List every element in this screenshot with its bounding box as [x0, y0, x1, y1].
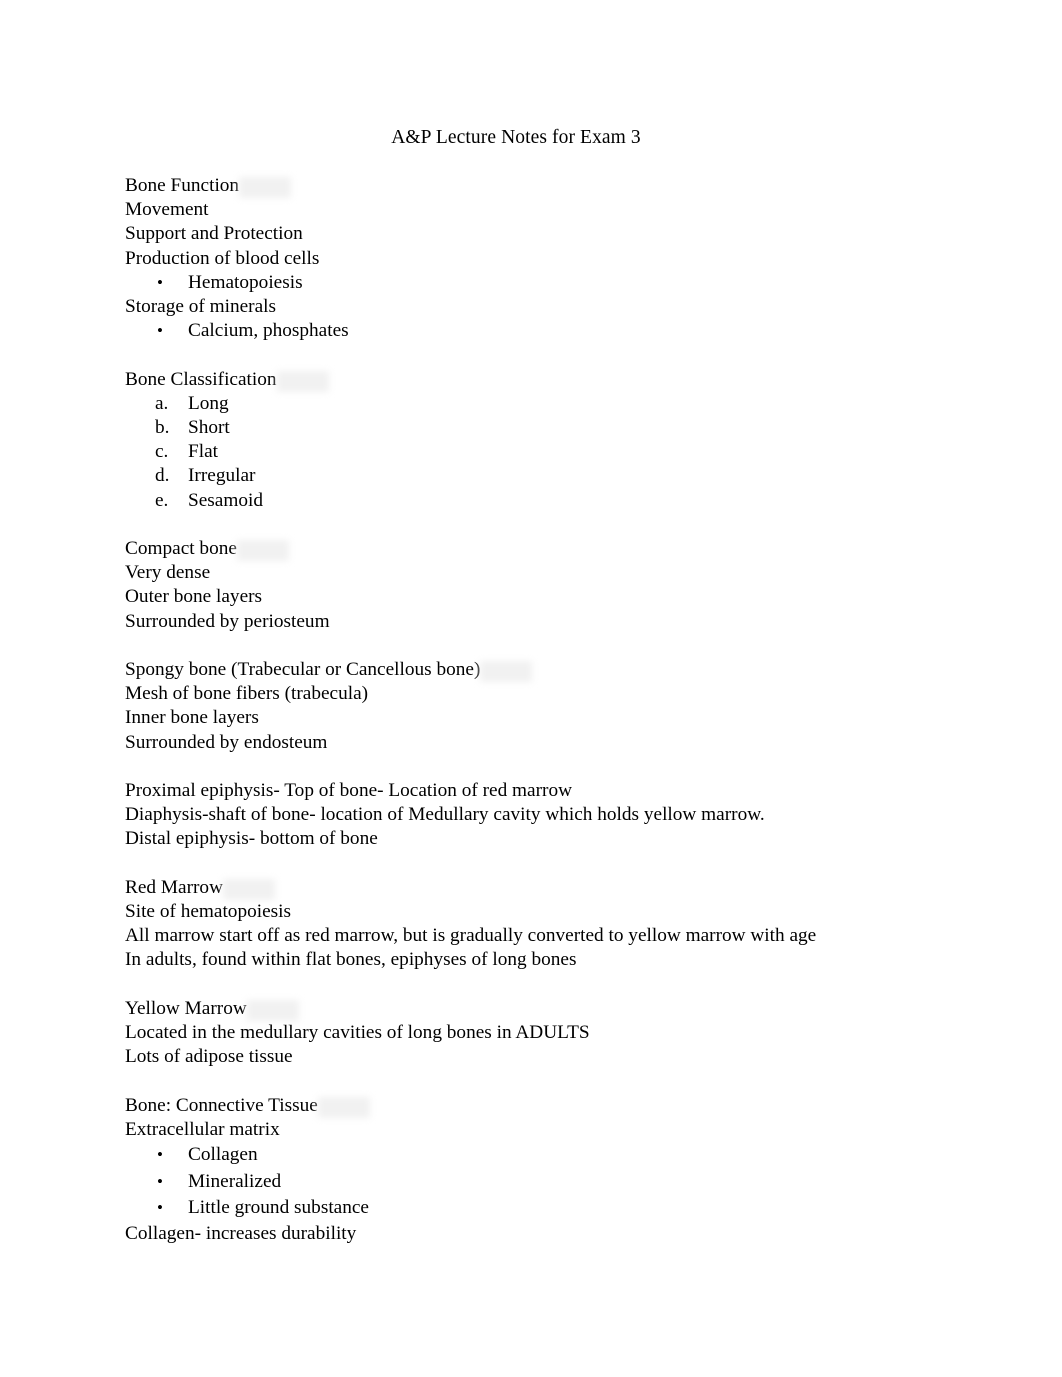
body-line: Production of blood cells: [125, 247, 320, 269]
list-marker: c.: [155, 441, 169, 463]
body-line: Storage of minerals: [125, 296, 276, 318]
list-item-label: Long: [188, 392, 229, 414]
list-item-label: Mineralized: [188, 1170, 282, 1192]
body-line: Support and Protection: [125, 223, 303, 245]
body-line: Located in the medullary cavities of lon…: [125, 1022, 590, 1044]
list-item-label: Sesamoid: [188, 489, 263, 511]
document-page: A&P Lecture Notes for Exam 3 Bone Functi…: [0, 0, 1062, 1377]
list-item: • Hematopoiesis: [125, 271, 955, 295]
list-item: • Mineralized: [125, 1169, 955, 1196]
section-heading-yellow-marrow: Yellow Marrow: [125, 997, 955, 1021]
body-line: Collagen- increases durability: [125, 1222, 357, 1244]
body-line: Site of hematopoiesis: [125, 901, 292, 923]
section-heading-red-marrow: Red Marrow: [125, 876, 955, 900]
list-item-label: Flat: [188, 441, 218, 463]
title-highlight-ghost: [644, 128, 690, 150]
bullet-icon: •: [157, 321, 163, 341]
list-item-label: Short: [188, 417, 230, 439]
body-line: Outer bone layers: [125, 586, 263, 608]
bullet-icon: •: [157, 272, 163, 292]
list-item-label: Irregular: [188, 465, 256, 487]
body-line: Lots of adipose tissue: [125, 1046, 293, 1068]
page-title: A&P Lecture Notes for Exam 3: [0, 126, 1032, 150]
list-item-label: Calcium, phosphates: [188, 320, 349, 342]
section-heading-compact-bone: Compact bone: [125, 537, 955, 561]
body-line: Extracellular matrix: [125, 1118, 280, 1140]
list-item: d. Irregular: [125, 464, 955, 488]
list-item: • Little ground substance: [125, 1195, 955, 1222]
body-line: Mesh of bone fibers (trabecula): [125, 683, 369, 705]
list-item-label: Little ground substance: [188, 1197, 369, 1219]
body-line: Very dense: [125, 562, 211, 584]
section-heading-bone-connective-tissue: Bone: Connective Tissue: [125, 1094, 955, 1118]
list-marker: a.: [155, 392, 169, 414]
body-line: Distal epiphysis- bottom of bone: [125, 828, 378, 850]
list-marker: b.: [155, 417, 170, 439]
list-item: e. Sesamoid: [125, 489, 955, 513]
list-item-label: Collagen: [188, 1144, 258, 1166]
section-heading-spongy-bone: Spongy bone (Trabecular or Cancellous bo…: [125, 658, 955, 682]
body-line: Movement: [125, 199, 209, 221]
section-heading-bone-classification: Bone Classification: [125, 368, 955, 392]
bullet-icon: •: [157, 1198, 163, 1218]
list-item: • Calcium, phosphates: [125, 319, 955, 343]
body-line: Inner bone layers: [125, 707, 259, 729]
list-item: a. Long: [125, 392, 955, 416]
bullet-icon: •: [157, 1145, 163, 1165]
body-line: All marrow start off as red marrow, but …: [125, 925, 817, 947]
page-title-text: A&P Lecture Notes for Exam 3: [391, 127, 641, 148]
list-marker: d.: [155, 465, 170, 487]
body-line: In adults, found within flat bones, epip…: [125, 949, 577, 971]
body-line: Surrounded by endosteum: [125, 731, 328, 753]
list-item: c. Flat: [125, 440, 955, 464]
body-line: Proximal epiphysis- Top of bone- Locatio…: [125, 780, 573, 802]
body-line: Diaphysis-shaft of bone- location of Med…: [125, 804, 765, 826]
bullet-icon: •: [157, 1171, 163, 1191]
list-item: • Collagen: [125, 1142, 955, 1169]
body-line: Surrounded by periosteum: [125, 610, 330, 632]
list-marker: e.: [155, 489, 169, 511]
list-item-label: Hematopoiesis: [188, 271, 303, 293]
section-heading-bone-function: Bone Function: [125, 174, 955, 198]
document-body: Bone Function Movement Support and Prote…: [125, 174, 955, 1246]
list-item: b. Short: [125, 416, 955, 440]
